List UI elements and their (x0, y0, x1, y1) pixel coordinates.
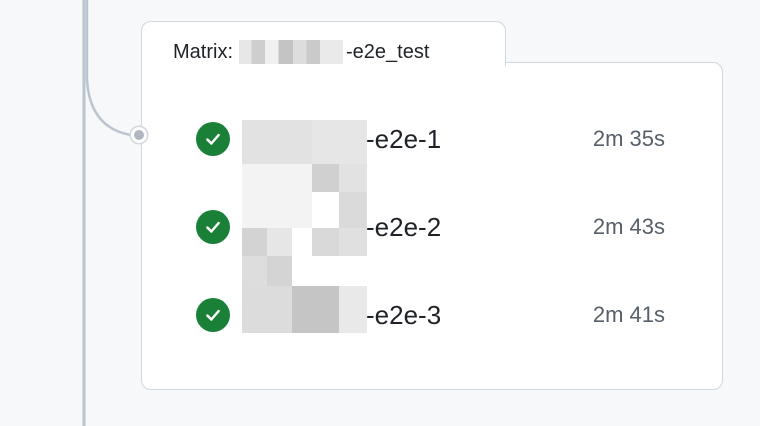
job-name[interactable]: -e2e-1 (366, 122, 441, 156)
matrix-title-suffix: -e2e_test (346, 40, 430, 63)
job-duration: 2m 41s (592, 302, 665, 327)
matrix-title: Matrix: -e2e_test (173, 38, 429, 66)
check-circle-icon (196, 210, 230, 244)
job-name[interactable]: -e2e-2 (366, 210, 441, 244)
job-duration: 2m 35s (592, 126, 665, 151)
job-duration: 2m 43s (592, 214, 665, 239)
job-row-e2e-3[interactable]: -e2e-3 2m 41s (196, 294, 676, 334)
workflow-graph: Matrix: -e2e_test -e2e-1 2m 35s -e2e-2 2… (0, 0, 760, 426)
job-row-e2e-2[interactable]: -e2e-2 2m 43s (196, 206, 676, 246)
matrix-title-prefix: Matrix: (173, 40, 233, 63)
check-circle-icon (196, 122, 230, 156)
job-name[interactable]: -e2e-3 (366, 298, 441, 332)
check-circle-icon (196, 298, 230, 332)
branch-connector-line (85, 0, 132, 137)
connector-node-dot (131, 127, 147, 143)
redacted-matrix-name (239, 40, 343, 64)
job-row-e2e-1[interactable]: -e2e-1 2m 35s (196, 118, 676, 158)
